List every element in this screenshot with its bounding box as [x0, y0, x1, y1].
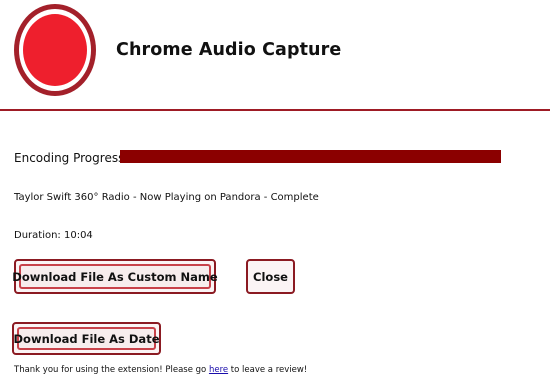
encoding-progress-bar [120, 150, 501, 163]
download-custom-name-label: Download File As Custom Name [12, 264, 218, 289]
review-message-suffix: to leave a review! [228, 365, 308, 375]
review-message: Thank you for using the extension! Pleas… [14, 365, 307, 375]
download-custom-name-button[interactable]: Download File As Custom Name [12, 259, 218, 294]
duration-text: Duration: 10:04 [14, 230, 93, 241]
file-status-text: Taylor Swift 360° Radio - Now Playing on… [14, 192, 319, 203]
encoding-progress-fill [120, 150, 501, 163]
download-date-button[interactable]: Download File As Date [12, 322, 161, 355]
close-button[interactable]: Close [246, 259, 295, 294]
review-link[interactable]: here [209, 365, 228, 375]
header: Chrome Audio Capture [0, 0, 550, 111]
download-date-label: Download File As Date [14, 327, 160, 350]
header-divider [0, 109, 550, 111]
app-title: Chrome Audio Capture [116, 40, 342, 60]
record-icon [14, 4, 96, 96]
popup-page: Chrome Audio Capture Encoding Progress: … [0, 0, 550, 383]
review-message-prefix: Thank you for using the extension! Pleas… [14, 365, 209, 375]
encoding-progress-label: Encoding Progress: [14, 151, 129, 165]
